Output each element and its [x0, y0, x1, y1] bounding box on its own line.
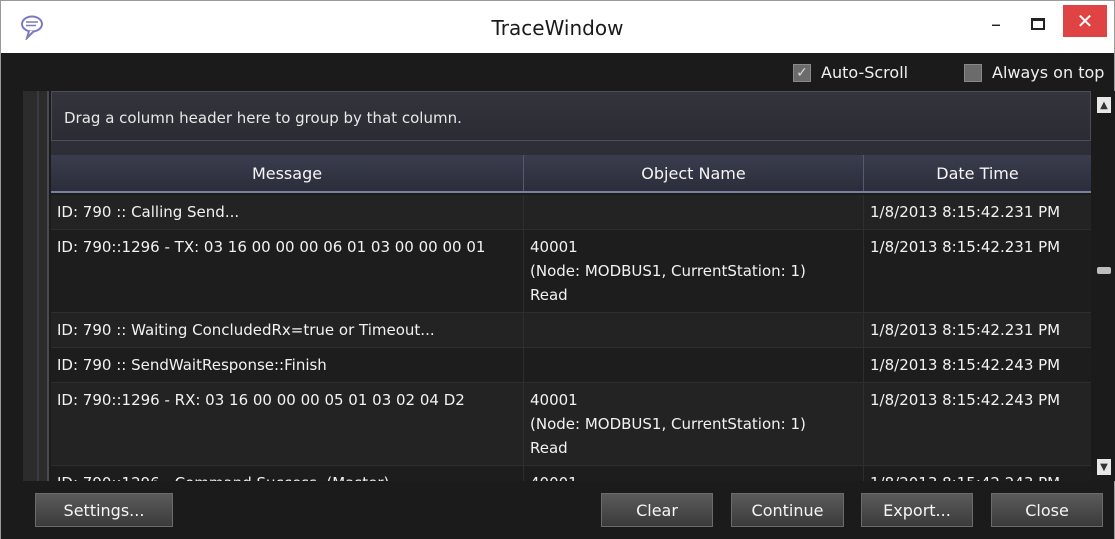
maximize-button[interactable] [1021, 7, 1055, 41]
date-time-cell: 1/8/2013 8:15:42.231 PM [870, 238, 1061, 256]
title-bar: TraceWindow – ✕ [1, 1, 1114, 53]
object-name-cell: 40001 (Node: MODBUS1, CurrentStation: 1)… [524, 383, 864, 465]
continue-button[interactable]: Continue [731, 493, 844, 527]
always-on-top-checkbox[interactable] [964, 63, 982, 82]
table-row[interactable]: ID: 790 :: SendWaitResponse::Finish 1/8/… [51, 348, 1091, 383]
window-title: TraceWindow [491, 16, 624, 40]
table-row[interactable]: ID: 790::1296 - Command Success. (Master… [51, 466, 1091, 481]
scroll-thumb[interactable] [1097, 267, 1111, 274]
close-button[interactable]: Close [991, 493, 1103, 527]
date-time-cell: 1/8/2013 8:15:42.243 PM [870, 356, 1061, 374]
object-name-cell: 40001 (Node: MODBUS1, CurrentStation: 1)… [524, 230, 864, 312]
clear-button[interactable]: Clear [601, 493, 713, 527]
table-row[interactable]: ID: 790::1296 - RX: 03 16 00 00 00 05 01… [51, 383, 1091, 466]
grid-rows: ID: 790 :: Calling Send... 1/8/2013 8:15… [51, 195, 1091, 481]
date-time-cell: 1/8/2013 8:15:42.231 PM [870, 203, 1061, 221]
trace-window: TraceWindow – ✕ ✓ Auto-Scroll Always on … [0, 0, 1115, 539]
header-spacer [51, 141, 1091, 155]
export-button[interactable]: Export... [861, 493, 973, 527]
scroll-down-icon[interactable]: ▼ [1097, 459, 1111, 475]
close-window-button[interactable]: ✕ [1063, 5, 1107, 37]
scroll-up-icon[interactable]: ▲ [1097, 97, 1111, 113]
message-cell: ID: 790::1296 - Command Success. (Master… [51, 466, 524, 481]
message-cell: ID: 790::1296 - RX: 03 16 00 00 00 05 01… [51, 383, 524, 465]
message-cell: ID: 790::1296 - TX: 03 16 00 00 00 06 01… [51, 230, 524, 312]
column-headers: Message Object Name Date Time [51, 155, 1091, 193]
bottom-button-bar: Settings... Clear Continue Export... Clo… [1, 481, 1114, 539]
object-name-cell [524, 195, 864, 229]
trace-grid: Drag a column header here to group by th… [51, 91, 1091, 481]
auto-scroll-option[interactable]: ✓ Auto-Scroll [793, 63, 908, 82]
message-cell: ID: 790 :: SendWaitResponse::Finish [51, 348, 524, 382]
column-header-date-time[interactable]: Date Time [864, 155, 1091, 191]
vertical-scrollbar[interactable]: ▲ ▼ [1093, 91, 1115, 481]
object-name-cell [524, 348, 864, 382]
always-on-top-option[interactable]: Always on top [964, 63, 1104, 82]
column-header-message[interactable]: Message [51, 155, 524, 191]
table-row[interactable]: ID: 790 :: Calling Send... 1/8/2013 8:15… [51, 195, 1091, 230]
close-icon: ✕ [1076, 9, 1094, 33]
table-row[interactable]: ID: 790 :: Waiting ConcludedRx=true or T… [51, 313, 1091, 348]
grid-left-rail [23, 91, 49, 481]
always-on-top-label: Always on top [992, 63, 1105, 82]
object-name-cell: 40001 [524, 466, 864, 481]
auto-scroll-label: Auto-Scroll [821, 63, 909, 82]
message-cell: ID: 790 :: Waiting ConcludedRx=true or T… [51, 313, 524, 347]
minimize-icon: – [991, 12, 1001, 36]
minimize-button[interactable]: – [979, 7, 1013, 41]
maximize-icon [1031, 18, 1045, 30]
date-time-cell: 1/8/2013 8:15:42.243 PM [864, 466, 1091, 481]
column-header-object-name[interactable]: Object Name [524, 155, 864, 191]
options-bar: ✓ Auto-Scroll Always on top [1, 53, 1114, 91]
settings-button[interactable]: Settings... [35, 493, 173, 527]
date-time-cell: 1/8/2013 8:15:42.243 PM [870, 391, 1061, 409]
checkmark-icon: ✓ [796, 64, 808, 81]
date-time-cell: 1/8/2013 8:15:42.231 PM [870, 321, 1061, 339]
auto-scroll-checkbox[interactable]: ✓ [793, 63, 811, 82]
table-row[interactable]: ID: 790::1296 - TX: 03 16 00 00 00 06 01… [51, 230, 1091, 313]
object-name-cell [524, 313, 864, 347]
group-by-panel[interactable]: Drag a column header here to group by th… [51, 91, 1091, 141]
message-cell: ID: 790 :: Calling Send... [51, 195, 524, 229]
